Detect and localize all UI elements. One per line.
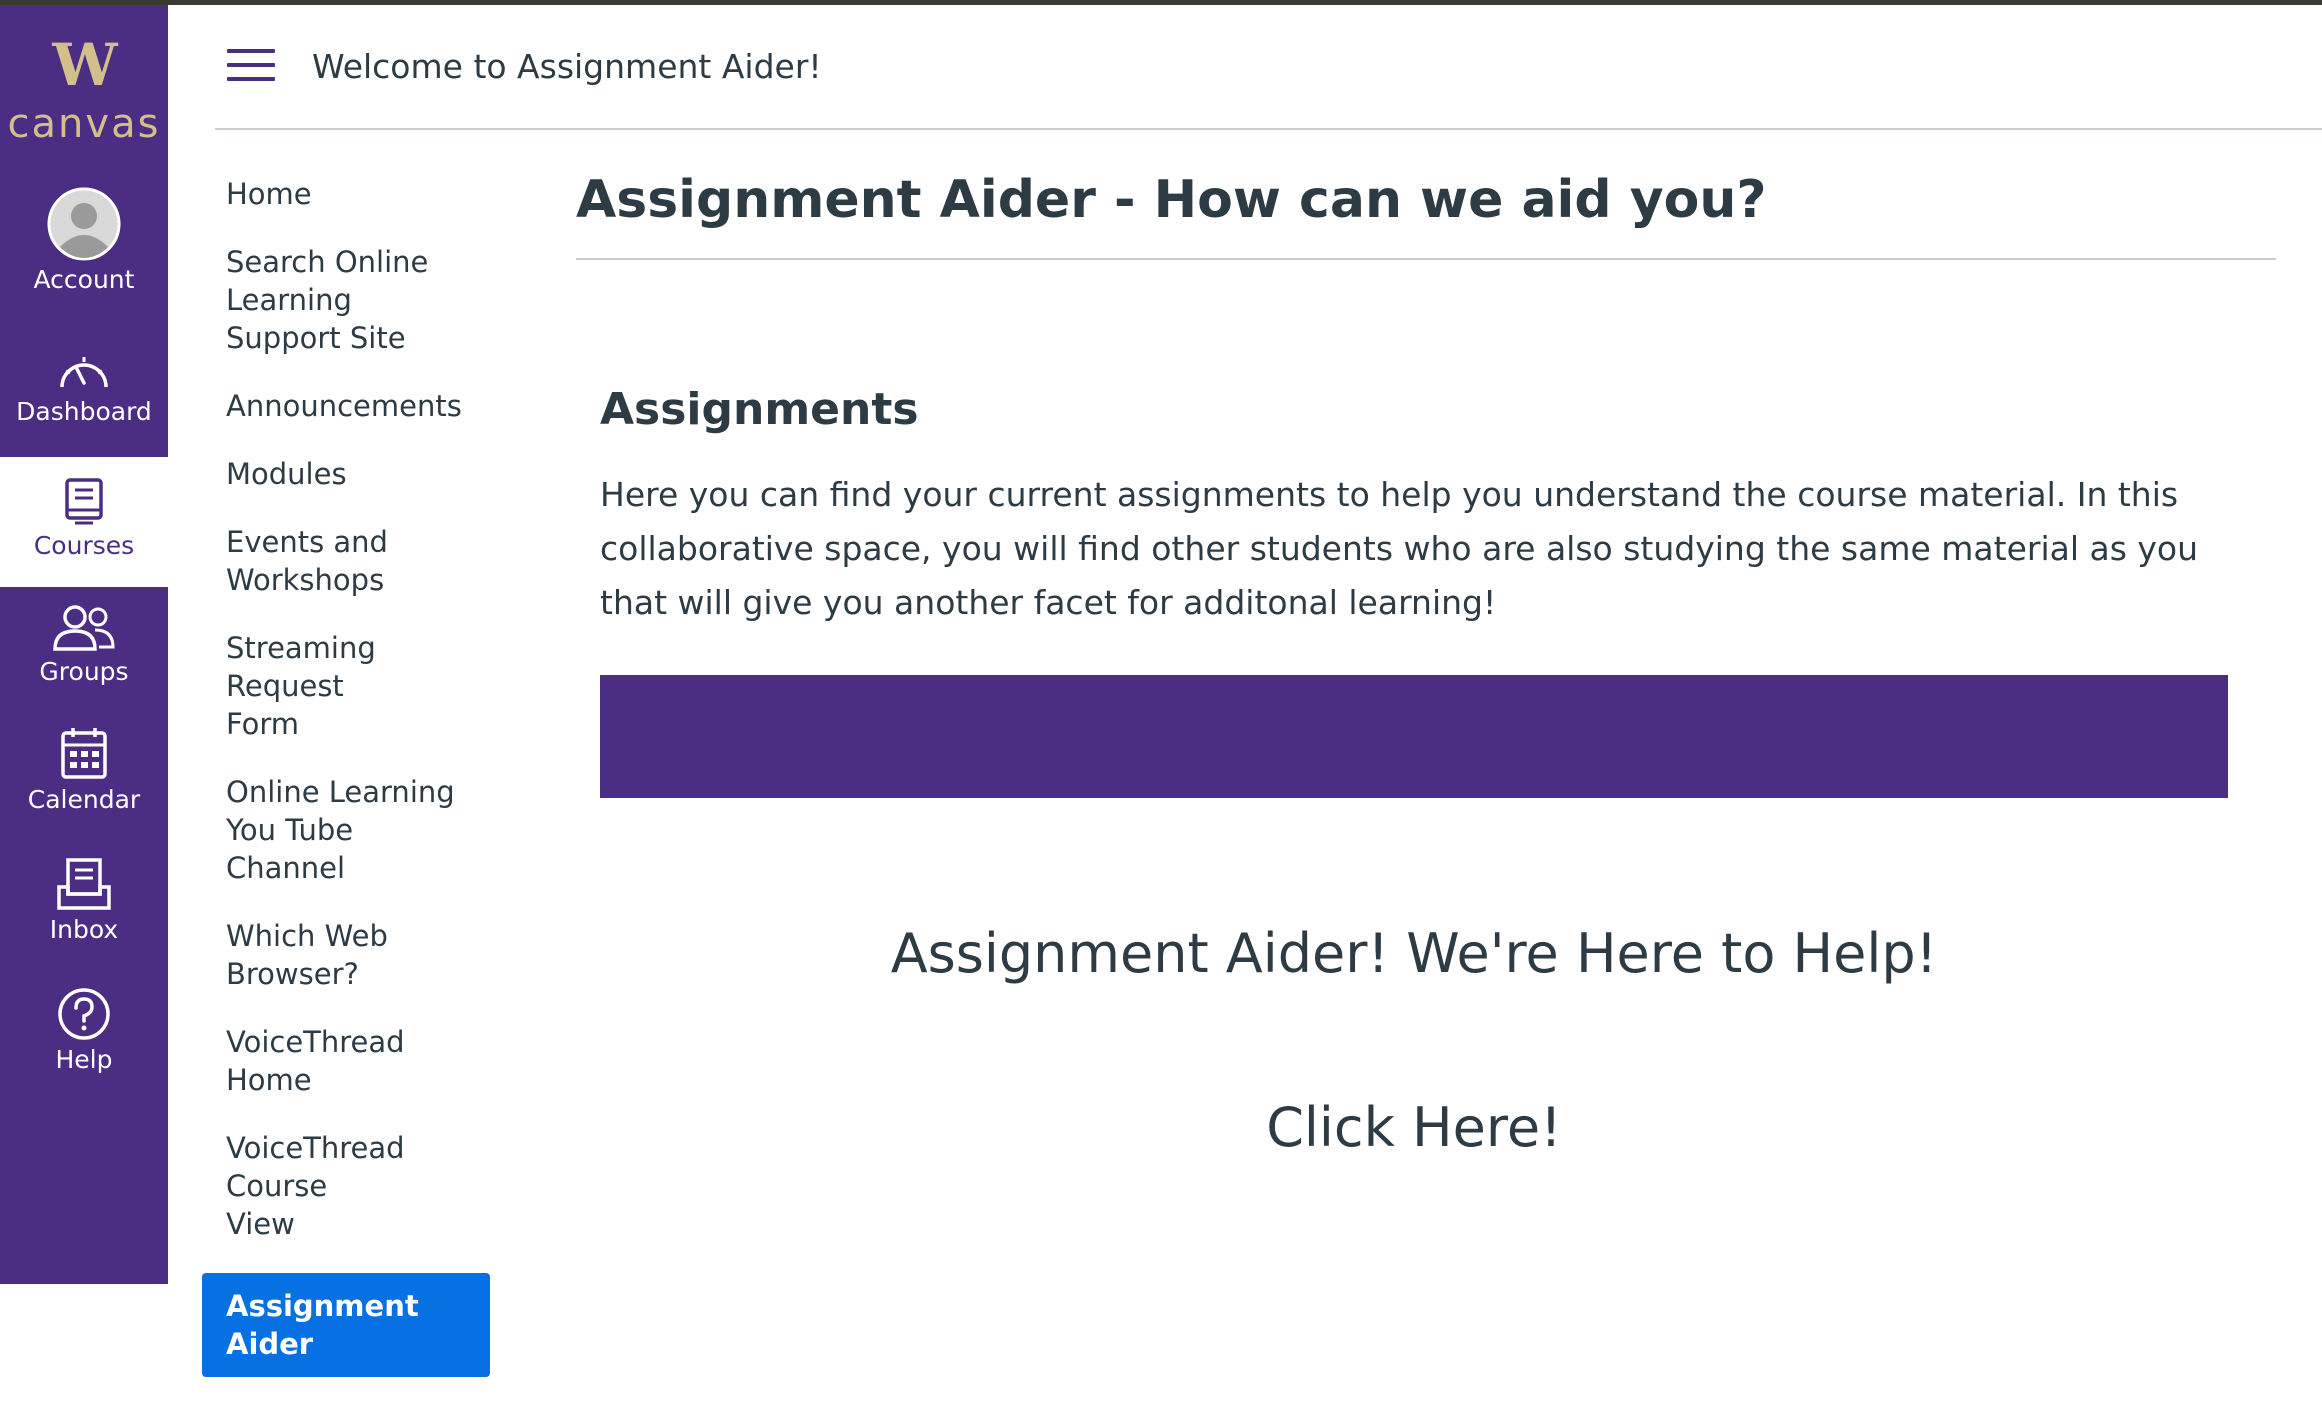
- nav-inbox[interactable]: Inbox: [0, 857, 168, 944]
- logo-word: canvas: [7, 101, 161, 147]
- course-nav-modules[interactable]: Modules: [200, 455, 500, 493]
- nav-dashboard-label: Dashboard: [16, 397, 152, 426]
- nav-account[interactable]: Account: [0, 187, 168, 294]
- nav-help-label: Help: [55, 1045, 113, 1074]
- section-description: Here you can find your current assignmen…: [600, 475, 2199, 622]
- calendar-icon: [61, 728, 107, 779]
- nav-groups-label: Groups: [39, 657, 129, 686]
- dashboard-icon: [60, 357, 108, 388]
- course-navigation: Home Search Online Learning Support Site…: [200, 175, 500, 1407]
- course-nav-streaming-request[interactable]: Streaming Request Form: [200, 629, 420, 743]
- nav-courses[interactable]: Courses: [0, 457, 168, 587]
- course-nav-voicethread-home[interactable]: VoiceThread Home: [200, 1023, 405, 1099]
- nav-dashboard[interactable]: Dashboard: [0, 347, 168, 426]
- nav-account-label: Account: [33, 265, 135, 294]
- page-header: Welcome to Assignment Aider!: [215, 5, 2322, 130]
- course-nav-search-support[interactable]: Search Online Learning Support Site: [200, 243, 450, 357]
- section-title: Assignments: [600, 384, 919, 435]
- hamburger-line: [227, 63, 275, 67]
- groups-icon: [53, 605, 115, 651]
- hamburger-line: [227, 77, 275, 81]
- click-here-link[interactable]: Click Here!: [600, 1096, 2228, 1159]
- course-nav-home[interactable]: Home: [200, 175, 500, 213]
- help-icon: [58, 988, 110, 1040]
- canvas-logo[interactable]: W canvas: [0, 5, 168, 155]
- course-nav-web-browser[interactable]: Which Web Browser?: [200, 917, 420, 993]
- courses-icon: [65, 478, 103, 525]
- global-navigation: W canvas Account Dashboard Courses Group…: [0, 5, 168, 1284]
- nav-groups[interactable]: Groups: [0, 603, 168, 686]
- course-nav-events-workshops[interactable]: Events and Workshops: [200, 523, 420, 599]
- course-nav-announcements[interactable]: Announcements: [200, 387, 500, 425]
- nav-help[interactable]: Help: [0, 987, 168, 1074]
- logo-letter: W: [52, 31, 117, 99]
- nav-calendar[interactable]: Calendar: [0, 725, 168, 814]
- tagline: Assignment Aider! We're Here to Help!: [890, 922, 1938, 985]
- page-title: Assignment Aider - How can we aid you?: [576, 170, 2276, 260]
- nav-courses-label: Courses: [33, 531, 135, 560]
- breadcrumb-course-title[interactable]: Welcome to Assignment Aider!: [312, 47, 822, 86]
- nav-calendar-label: Calendar: [27, 785, 141, 814]
- course-nav-assignment-aider[interactable]: Assignment Aider: [202, 1273, 490, 1377]
- course-nav-youtube-channel[interactable]: Online Learning You Tube Channel: [200, 773, 470, 887]
- hamburger-line: [227, 49, 275, 53]
- purple-banner: [600, 675, 2228, 798]
- inbox-icon: [57, 858, 111, 910]
- course-nav-voicethread-course[interactable]: VoiceThread Course View: [200, 1129, 405, 1243]
- menu-toggle-icon[interactable]: [227, 49, 277, 85]
- avatar-icon: [47, 187, 121, 261]
- nav-inbox-label: Inbox: [49, 915, 119, 944]
- main-content: Assignment Aider - How can we aid you? A…: [576, 170, 2276, 1159]
